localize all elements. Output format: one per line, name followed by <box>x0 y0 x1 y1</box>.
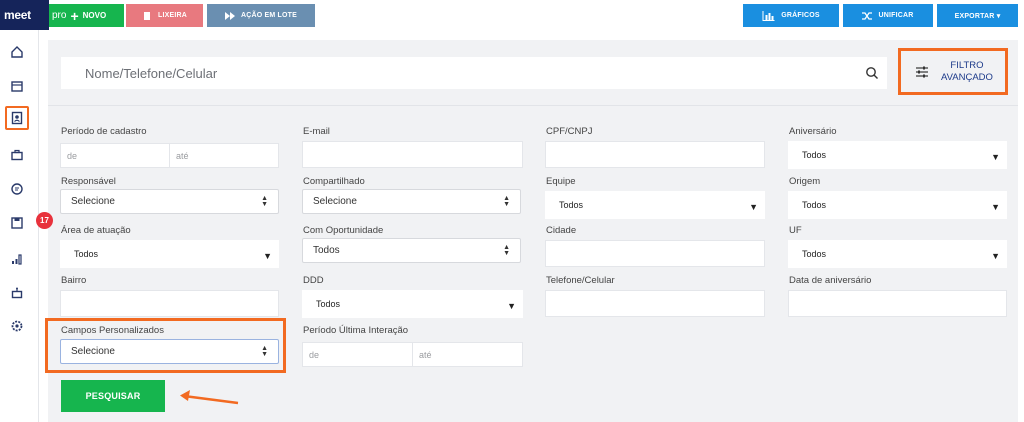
data-aniversario-field[interactable] <box>788 290 1007 317</box>
divider <box>48 105 1018 106</box>
chat-icon[interactable] <box>6 178 28 200</box>
sort-arrows-icon: ▲ ▼ <box>503 244 510 257</box>
lixeira-button[interactable]: LIXEIRA <box>126 4 203 27</box>
acao-em-lote-button[interactable]: AÇÃO EM LOTE <box>207 4 315 27</box>
sort-arrows-icon: ▲ ▼ <box>503 195 510 208</box>
sliders-icon <box>916 66 928 77</box>
chart-icon[interactable] <box>6 248 28 270</box>
uf-dropdown[interactable]: Todos ▼ <box>788 240 1007 268</box>
graficos-button[interactable]: GRÁFICOS <box>743 4 839 27</box>
robot-icon[interactable] <box>6 282 28 304</box>
uf-label: UF <box>789 225 802 236</box>
periodo-interacao-ate-input[interactable]: até <box>412 342 523 367</box>
oportunidade-select[interactable]: Todos ▲ ▼ <box>302 238 521 263</box>
search-placeholder: Nome/Telefone/Celular <box>85 66 218 81</box>
oportunidade-label: Com Oportunidade <box>303 225 384 236</box>
equipe-label: Equipe <box>546 176 576 187</box>
periodo-cadastro-de-input[interactable]: de <box>60 143 170 168</box>
campos-personalizados-label: Campos Personalizados <box>61 325 164 336</box>
sort-arrows-icon: ▲ ▼ <box>261 345 268 358</box>
plus-icon: + <box>70 7 79 24</box>
logo: meet <box>0 0 49 30</box>
caret-down-icon: ▼ <box>263 251 272 261</box>
origem-dropdown[interactable]: Todos ▼ <box>788 191 1007 219</box>
annotation-arrow-icon <box>180 390 239 405</box>
compartilhado-select[interactable]: Selecione ▲ ▼ <box>302 189 521 214</box>
ddd-dropdown[interactable]: Todos ▼ <box>302 290 523 318</box>
email-field[interactable] <box>302 141 523 168</box>
filtro-avancado-label: FILTRO AVANÇADO <box>941 59 993 83</box>
periodo-cadastro-label: Período de cadastro <box>61 126 147 137</box>
cpf-field[interactable] <box>545 141 765 168</box>
bar-chart-icon <box>762 10 775 21</box>
unificar-button[interactable]: UNIFICAR <box>843 4 933 27</box>
trash-icon <box>143 11 150 20</box>
sidebar <box>0 0 39 422</box>
novo-button[interactable]: pro + NOVO <box>49 4 124 27</box>
sort-arrows-icon: ▲ ▼ <box>261 195 268 208</box>
pesquisar-button[interactable]: PESQUISAR <box>61 380 165 412</box>
periodo-interacao-de-input[interactable]: de <box>302 342 413 367</box>
search-icon[interactable] <box>865 66 879 80</box>
email-label: E-mail <box>303 126 330 137</box>
save-icon[interactable] <box>6 212 28 234</box>
ddd-label: DDD <box>303 275 324 286</box>
filtro-avancado-button[interactable]: FILTRO AVANÇADO <box>898 48 1008 95</box>
caret-down-icon: ▼ <box>991 251 1000 261</box>
telefone-field[interactable] <box>545 290 765 317</box>
equipe-dropdown[interactable]: Todos ▼ <box>545 191 765 219</box>
contacts-icon[interactable] <box>5 106 29 130</box>
caret-down-icon: ▼ <box>991 152 1000 162</box>
data-aniversario-label: Data de aniversário <box>789 275 872 286</box>
cpf-label: CPF/CNPJ <box>546 126 593 137</box>
lixeira-label: LIXEIRA <box>157 12 187 19</box>
notification-badge: 17 <box>36 212 53 229</box>
area-label: Área de atuação <box>61 225 131 236</box>
search-input[interactable]: Nome/Telefone/Celular <box>61 57 887 89</box>
aniversario-dropdown[interactable]: Todos ▼ <box>788 141 1007 169</box>
periodo-cadastro-ate-input[interactable]: até <box>169 143 279 168</box>
novo-label: NOVO <box>82 11 107 20</box>
responsavel-select[interactable]: Selecione ▲ ▼ <box>60 189 279 214</box>
periodo-interacao-label: Período Última Interação <box>303 325 409 336</box>
cidade-label: Cidade <box>546 225 577 236</box>
bairro-field[interactable] <box>60 290 279 317</box>
exportar-label: EXPORTAR ▾ <box>954 12 1001 20</box>
shuffle-icon <box>862 11 873 20</box>
area-dropdown[interactable]: Todos ▼ <box>60 240 279 268</box>
exportar-button[interactable]: EXPORTAR ▾ <box>937 4 1018 27</box>
campos-personalizados-select[interactable]: Selecione ▲ ▼ <box>60 339 279 364</box>
compartilhado-label: Compartilhado <box>303 176 365 187</box>
calendar-icon[interactable] <box>6 75 28 97</box>
settings-icon[interactable] <box>6 315 28 337</box>
fast-forward-icon <box>224 11 235 20</box>
cidade-field[interactable] <box>545 240 765 267</box>
caret-down-icon: ▼ <box>991 202 1000 212</box>
pro-label: pro <box>52 10 67 21</box>
graficos-label: GRÁFICOS <box>781 12 820 19</box>
home-icon[interactable] <box>6 41 28 63</box>
responsavel-label: Responsável <box>61 176 116 187</box>
origem-label: Origem <box>789 176 821 187</box>
bairro-label: Bairro <box>61 275 87 286</box>
telefone-label: Telefone/Celular <box>546 275 615 286</box>
caret-down-icon: ▼ <box>749 202 758 212</box>
caret-down-icon: ▼ <box>507 301 516 311</box>
top-toolbar: pro + NOVO LIXEIRA AÇÃO EM LOTE GRÁFICOS… <box>0 0 1024 34</box>
unificar-label: UNIFICAR <box>878 12 914 19</box>
acao-em-lote-label: AÇÃO EM LOTE <box>240 12 298 19</box>
briefcase-icon[interactable] <box>6 144 28 166</box>
aniversario-label: Aniversário <box>789 126 837 137</box>
